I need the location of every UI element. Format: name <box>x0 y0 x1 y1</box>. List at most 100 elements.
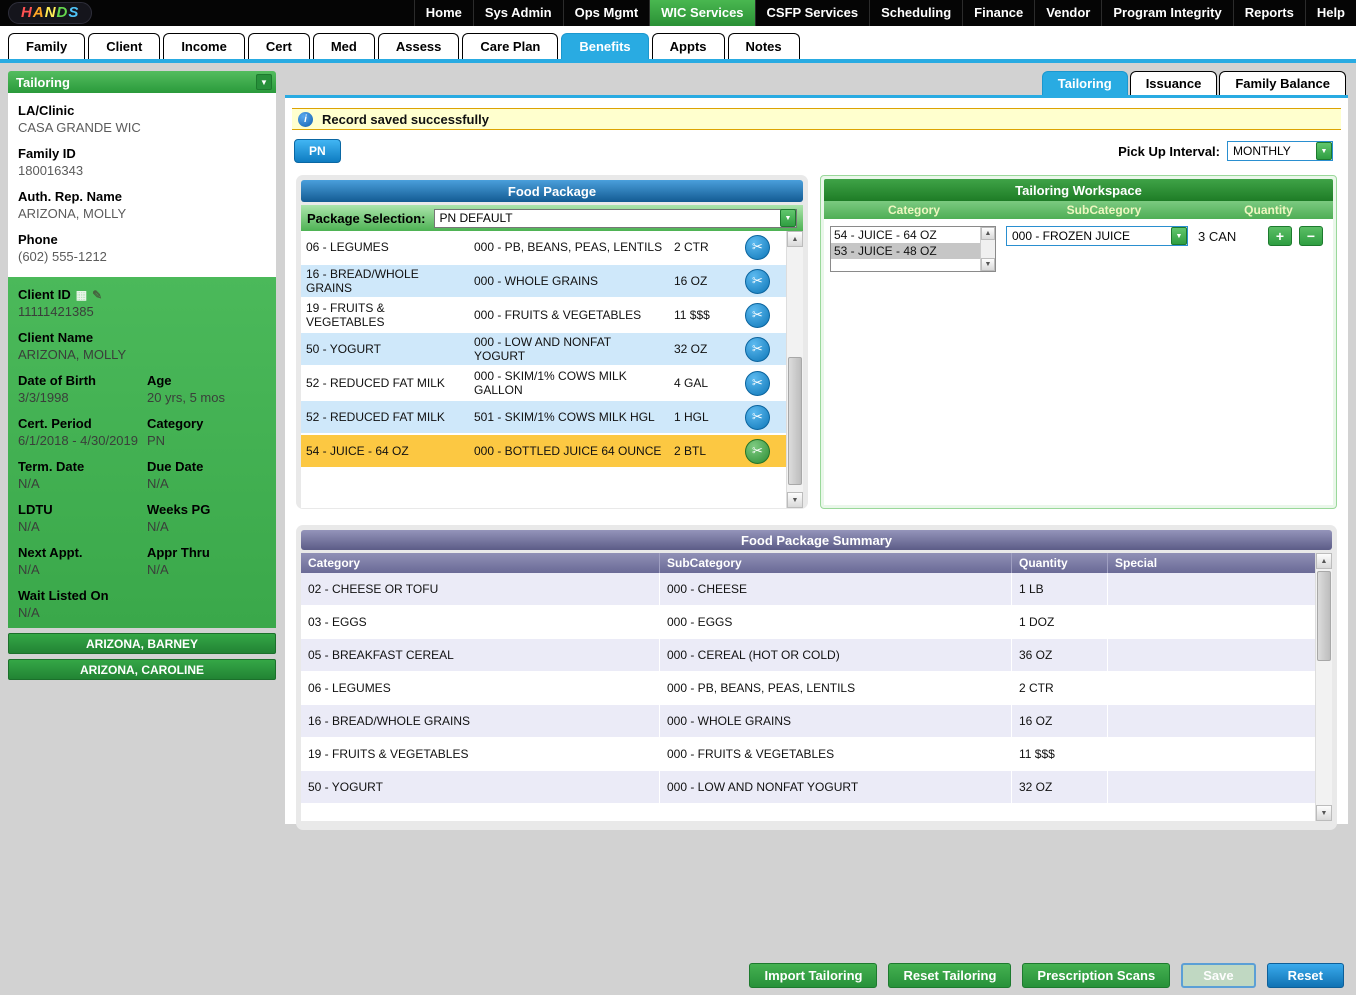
food-package-table: 06 - LEGUMES 000 - PB, BEANS, PEAS, LENT… <box>301 231 786 508</box>
column-special: Special <box>1107 553 1315 573</box>
tab-notes[interactable]: Notes <box>728 33 800 59</box>
row-subcategory: 000 - PB, BEANS, PEAS, LENTILS <box>469 231 669 263</box>
reset-tailoring-button[interactable]: Reset Tailoring <box>888 963 1011 988</box>
row-subcategory: 000 - CEREAL (HOT OR COLD) <box>659 639 1011 671</box>
food-package-row-selected[interactable]: 54 - JUICE - 64 OZ 000 - BOTTLED JUICE 6… <box>301 435 786 469</box>
nav-item-finance[interactable]: Finance <box>962 0 1034 26</box>
scroll-thumb[interactable] <box>1317 571 1331 661</box>
nav-item-sys-admin[interactable]: Sys Admin <box>473 0 563 26</box>
food-package-row[interactable]: 52 - REDUCED FAT MILK 501 - SKIM/1% COWS… <box>301 401 786 435</box>
nav-item-reports[interactable]: Reports <box>1233 0 1305 26</box>
subtab-issuance[interactable]: Issuance <box>1130 71 1218 95</box>
food-package-row[interactable]: 52 - REDUCED FAT MILK 000 - SKIM/1% COWS… <box>301 367 786 401</box>
family-info-panel: LA/Clinic CASA GRANDE WIC Family ID 1800… <box>8 93 276 277</box>
workspace-category-listbox[interactable]: 54 - JUICE - 64 OZ 53 - JUICE - 48 OZ ▲ … <box>830 226 996 272</box>
nav-item-program-integrity[interactable]: Program Integrity <box>1101 0 1232 26</box>
field-value: N/A <box>147 519 266 534</box>
tab-assess[interactable]: Assess <box>378 33 460 59</box>
family-member-button-barney[interactable]: ARIZONA, BARNEY <box>8 633 276 654</box>
scroll-track[interactable] <box>787 247 803 492</box>
scroll-track[interactable] <box>1316 569 1332 805</box>
row-subcategory: 000 - CHEESE <box>659 573 1011 605</box>
food-package-scrollbar[interactable]: ▲ ▼ <box>786 231 803 508</box>
nav-item-home[interactable]: Home <box>414 0 473 26</box>
tab-family[interactable]: Family <box>8 33 85 59</box>
tab-care-plan[interactable]: Care Plan <box>462 33 558 59</box>
nav-item-help[interactable]: Help <box>1305 0 1356 26</box>
id-card-icon[interactable]: ▦ <box>76 289 87 301</box>
food-package-summary-panel: Food Package Summary Category SubCategor… <box>296 525 1337 830</box>
scroll-down-icon[interactable]: ▼ <box>1316 805 1332 821</box>
list-item-selected[interactable]: 53 - JUICE - 48 OZ <box>831 243 980 259</box>
row-special <box>1107 606 1315 638</box>
pn-category-button[interactable]: PN <box>294 139 341 163</box>
food-package-row[interactable]: 50 - YOGURT 000 - LOW AND NONFAT YOGURT … <box>301 333 786 367</box>
workspace-subcategory-select[interactable]: 000 - FROZEN JUICE ▼ <box>1006 226 1188 246</box>
food-package-row[interactable]: 06 - LEGUMES 000 - PB, BEANS, PEAS, LENT… <box>301 231 786 265</box>
listbox-scrollbar[interactable]: ▲ ▼ <box>980 227 995 271</box>
pickup-interval-value: MONTHLY <box>1233 144 1291 158</box>
family-member-button-caroline[interactable]: ARIZONA, CAROLINE <box>8 659 276 680</box>
row-special <box>1107 573 1315 605</box>
row-subcategory: 000 - LOW AND NONFAT YOGURT <box>469 333 669 365</box>
top-nav: HANDS Home Sys Admin Ops Mgmt WIC Servic… <box>0 0 1356 26</box>
category-toolbar: PN Pick Up Interval: MONTHLY ▼ <box>294 139 1339 163</box>
tab-cert[interactable]: Cert <box>248 33 310 59</box>
increase-quantity-button[interactable]: + <box>1268 226 1292 246</box>
tab-income[interactable]: Income <box>163 33 245 59</box>
field-value: (602) 555-1212 <box>18 249 266 264</box>
scroll-thumb[interactable] <box>788 357 802 484</box>
chevron-down-icon[interactable]: ▼ <box>1316 142 1332 160</box>
dob-field: Date of Birth 3/3/1998 <box>18 373 143 405</box>
food-package-row[interactable]: 16 - BREAD/WHOLE GRAINS 000 - WHOLE GRAI… <box>301 265 786 299</box>
tailor-item-button-active[interactable]: ✂ <box>745 439 770 464</box>
tab-client[interactable]: Client <box>88 33 160 59</box>
scroll-up-icon[interactable]: ▲ <box>787 231 803 247</box>
tailor-item-button[interactable]: ✂ <box>745 371 770 396</box>
summary-row: 02 - CHEESE OR TOFU 000 - CHEESE 1 LB <box>301 573 1315 606</box>
nav-item-vendor[interactable]: Vendor <box>1034 0 1101 26</box>
sidebar-section-header[interactable]: Tailoring ▼ <box>8 71 276 93</box>
tab-appts[interactable]: Appts <box>652 33 725 59</box>
chevron-down-icon[interactable]: ▼ <box>1171 227 1187 245</box>
summary-scrollbar[interactable]: ▲ ▼ <box>1315 553 1332 821</box>
scroll-down-icon[interactable]: ▼ <box>981 258 995 271</box>
client-info-panel: Client ID ▦ ✎ 11111421385 Client Name AR… <box>8 277 276 628</box>
logo-letter: S <box>68 4 79 21</box>
nav-item-ops-mgmt[interactable]: Ops Mgmt <box>563 0 650 26</box>
reset-button[interactable]: Reset <box>1267 963 1344 988</box>
tab-med[interactable]: Med <box>313 33 375 59</box>
logo-letter: N <box>45 4 57 21</box>
nav-item-scheduling[interactable]: Scheduling <box>869 0 962 26</box>
save-button[interactable]: Save <box>1181 963 1255 988</box>
import-tailoring-button[interactable]: Import Tailoring <box>749 963 877 988</box>
tailor-item-button[interactable]: ✂ <box>745 269 770 294</box>
list-item[interactable]: 54 - JUICE - 64 OZ <box>831 227 980 243</box>
package-selection-select[interactable]: PN DEFAULT ▼ <box>434 209 798 228</box>
nav-item-wic-services[interactable]: WIC Services <box>649 0 754 26</box>
scissors-icon: ✂ <box>752 341 763 357</box>
scroll-up-icon[interactable]: ▲ <box>1316 553 1332 569</box>
scroll-down-icon[interactable]: ▼ <box>787 492 803 508</box>
benefits-subtab-row: Tailoring Issuance Family Balance <box>285 71 1348 95</box>
scroll-up-icon[interactable]: ▲ <box>981 227 995 240</box>
field-label: Cert. Period <box>18 416 143 431</box>
field-label: Family ID <box>18 146 266 161</box>
scissors-icon: ✂ <box>752 307 763 323</box>
chevron-down-icon[interactable]: ▼ <box>780 209 796 227</box>
tailor-item-button[interactable]: ✂ <box>745 337 770 362</box>
chevron-down-icon[interactable]: ▼ <box>256 74 272 90</box>
tailor-item-button[interactable]: ✂ <box>745 235 770 260</box>
edit-pencil-icon[interactable]: ✎ <box>92 289 102 301</box>
decrease-quantity-button[interactable]: − <box>1299 226 1323 246</box>
tailor-item-button[interactable]: ✂ <box>745 405 770 430</box>
nav-item-csfp-services[interactable]: CSFP Services <box>755 0 870 26</box>
pickup-interval-select[interactable]: MONTHLY ▼ <box>1227 141 1333 161</box>
food-package-row[interactable]: 19 - FRUITS & VEGETABLES 000 - FRUITS & … <box>301 299 786 333</box>
tab-benefits[interactable]: Benefits <box>561 33 648 59</box>
tailor-item-button[interactable]: ✂ <box>745 303 770 328</box>
food-package-panel: Food Package Package Selection: PN DEFAU… <box>296 175 808 509</box>
subtab-family-balance[interactable]: Family Balance <box>1219 71 1346 95</box>
subtab-tailoring[interactable]: Tailoring <box>1042 71 1128 95</box>
prescription-scans-button[interactable]: Prescription Scans <box>1022 963 1170 988</box>
